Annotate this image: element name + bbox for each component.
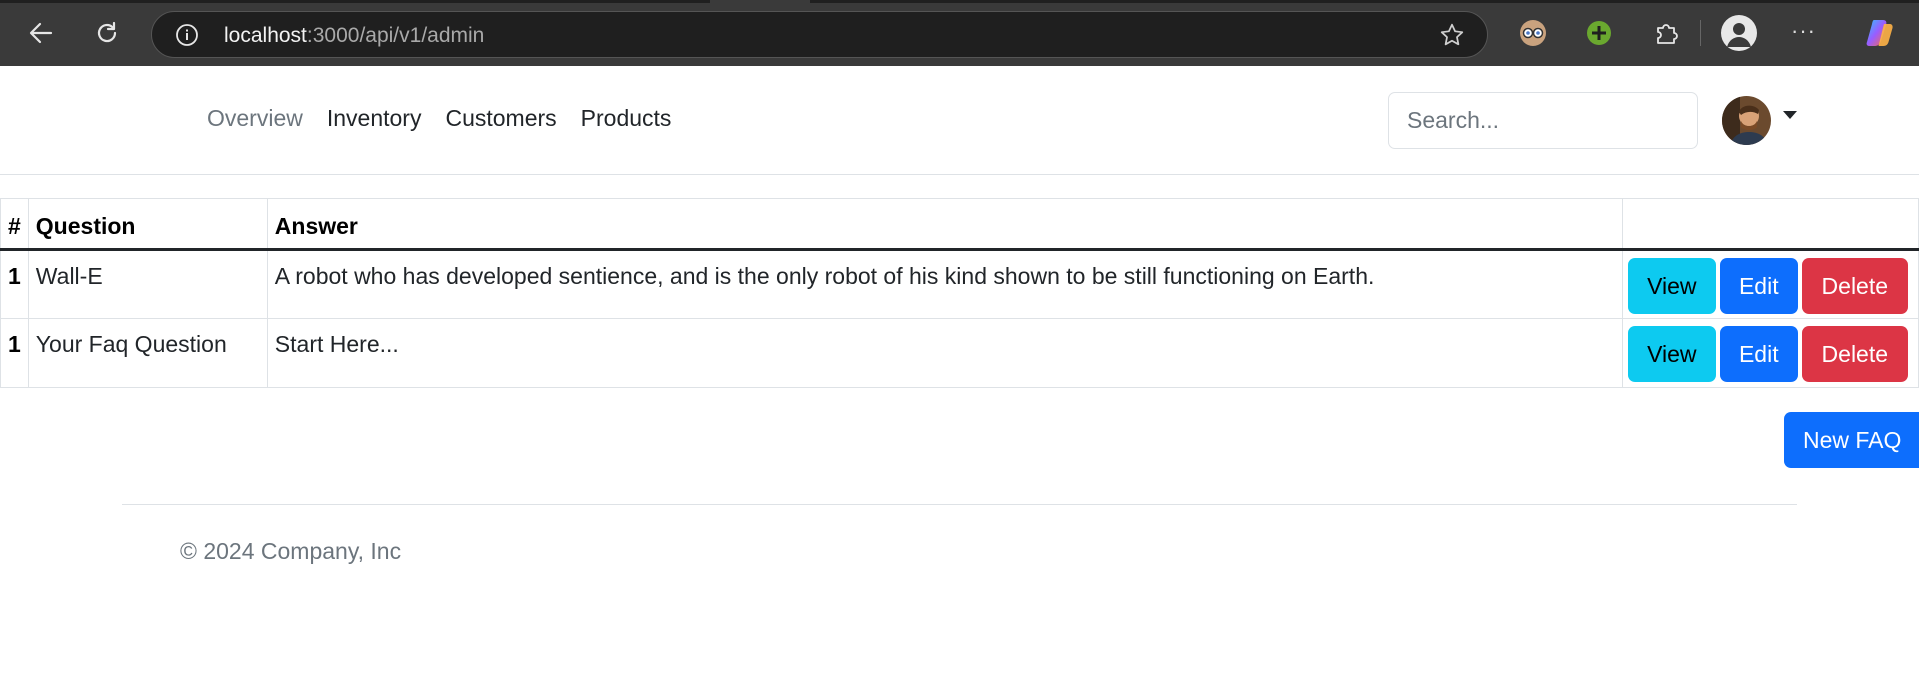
reload-icon <box>97 21 117 43</box>
footer-divider <box>122 504 1797 505</box>
browser-toolbar: localhost:3000/api/v1/admin ··· <box>0 0 1919 66</box>
table-body: 1 Wall-E A robot who has developed senti… <box>0 249 1919 388</box>
column-header-actions <box>1621 198 1919 251</box>
row-number: 1 <box>0 249 29 319</box>
back-arrow-icon <box>29 22 53 44</box>
app-navbar: Overview Inventory Customers Products <box>0 66 1919 175</box>
extensions-puzzle-icon[interactable] <box>1651 18 1681 48</box>
add-extension-icon[interactable] <box>1584 18 1614 48</box>
edit-button[interactable]: Edit <box>1719 258 1798 314</box>
nav-customers[interactable]: Customers <box>433 105 568 132</box>
row-answer: Start Here... <box>266 318 1623 388</box>
nav-inventory[interactable]: Inventory <box>315 105 434 132</box>
back-button[interactable] <box>21 13 61 53</box>
url-host: localhost <box>224 24 307 47</box>
view-button[interactable]: View <box>1627 326 1716 382</box>
row-question: Wall-E <box>27 249 268 319</box>
url-path: :3000/api/v1/admin <box>306 24 485 47</box>
column-header-question: Question <box>27 198 268 251</box>
avatar-photo <box>1722 96 1771 145</box>
favorite-star-icon[interactable] <box>1439 22 1465 48</box>
row-actions: View Edit Delete <box>1621 249 1919 319</box>
edit-button[interactable]: Edit <box>1719 326 1798 382</box>
browser-menu-button[interactable]: ··· <box>1791 18 1816 44</box>
profile-person-icon <box>1727 23 1751 47</box>
faq-table: # Question Answer 1 Wall-E A robot who h… <box>0 198 1919 388</box>
row-number: 1 <box>0 318 29 388</box>
user-menu-caret-icon[interactable] <box>1783 111 1797 119</box>
site-info-icon[interactable] <box>175 23 199 47</box>
toolbar-divider <box>1700 20 1701 46</box>
table-header-row: # Question Answer <box>0 198 1919 251</box>
search-input[interactable] <box>1388 92 1698 149</box>
delete-button[interactable]: Delete <box>1801 326 1908 382</box>
new-faq-button[interactable]: New FAQ <box>1784 412 1919 468</box>
url-text[interactable]: localhost:3000/api/v1/admin <box>224 24 484 48</box>
glasses-extension-icon[interactable] <box>1518 18 1548 48</box>
row-question: Your Faq Question <box>27 318 268 388</box>
nav-overview[interactable]: Overview <box>195 105 315 132</box>
main-nav: Overview Inventory Customers Products <box>195 105 683 132</box>
copilot-icon[interactable] <box>1864 16 1898 50</box>
table-header: # Question Answer <box>0 198 1919 251</box>
view-button[interactable]: View <box>1627 258 1716 314</box>
footer-copyright: © 2024 Company, Inc <box>180 538 402 564</box>
column-header-number: # <box>0 198 29 251</box>
delete-button[interactable]: Delete <box>1801 258 1908 314</box>
column-header-answer: Answer <box>266 198 1623 251</box>
browser-profile-button[interactable] <box>1721 15 1757 51</box>
row-answer: A robot who has developed sentience, and… <box>266 249 1623 319</box>
user-avatar[interactable] <box>1722 96 1771 145</box>
table-row: 1 Wall-E A robot who has developed senti… <box>0 249 1919 319</box>
active-tab-indicator <box>710 0 810 3</box>
table-row: 1 Your Faq Question Start Here... View Ed… <box>0 318 1919 388</box>
address-bar[interactable]: localhost:3000/api/v1/admin <box>151 11 1488 58</box>
nav-products[interactable]: Products <box>569 105 684 132</box>
row-actions: View Edit Delete <box>1621 318 1919 388</box>
tab-strip <box>0 0 1919 3</box>
reload-button[interactable] <box>87 13 127 53</box>
